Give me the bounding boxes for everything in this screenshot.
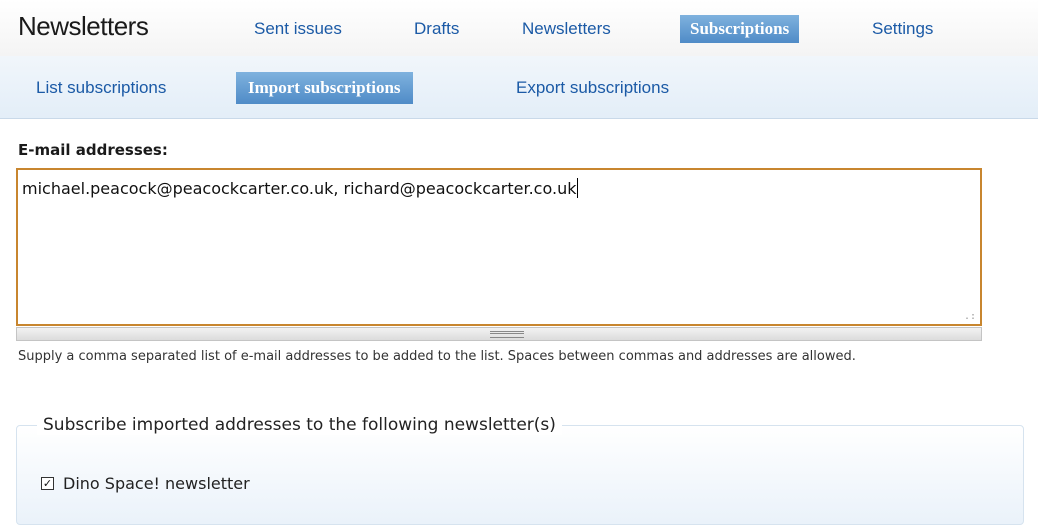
email-addresses-label: E-mail addresses:: [18, 141, 168, 159]
tab-drafts[interactable]: Drafts: [404, 15, 469, 43]
top-navigation-bar: Newsletters Sent issues Drafts Newslette…: [0, 0, 1038, 56]
email-addresses-textarea[interactable]: michael.peacock@peacockcarter.co.uk, ric…: [16, 168, 982, 326]
email-addresses-value[interactable]: michael.peacock@peacockcarter.co.uk, ric…: [22, 178, 579, 198]
grip-lines-icon: [490, 331, 524, 338]
textarea-drag-handle[interactable]: [16, 327, 982, 341]
newsletter-checkbox-label[interactable]: Dino Space! newsletter: [63, 474, 250, 493]
tab-subscriptions[interactable]: Subscriptions: [680, 15, 800, 43]
subtab-list-subscriptions[interactable]: List subscriptions: [24, 72, 178, 104]
fieldset-legend: Subscribe imported addresses to the foll…: [37, 415, 562, 435]
subtab-import-subscriptions[interactable]: Import subscriptions: [236, 72, 413, 104]
email-help-text: Supply a comma separated list of e-mail …: [18, 349, 856, 364]
tab-sent-issues[interactable]: Sent issues: [244, 15, 352, 43]
newsletter-fieldset: Subscribe imported addresses to the foll…: [16, 415, 1024, 525]
resize-grip-icon[interactable]: .:: [964, 312, 976, 322]
tab-settings[interactable]: Settings: [862, 15, 943, 43]
app-title: Newsletters: [18, 11, 149, 41]
subtab-export-subscriptions[interactable]: Export subscriptions: [504, 72, 681, 104]
tab-newsletters[interactable]: Newsletters: [512, 15, 621, 43]
sub-navigation-bar: List subscriptions Import subscriptions …: [0, 56, 1038, 119]
checkbox-checked-icon[interactable]: ✓: [41, 477, 54, 490]
text-caret: [577, 178, 579, 198]
